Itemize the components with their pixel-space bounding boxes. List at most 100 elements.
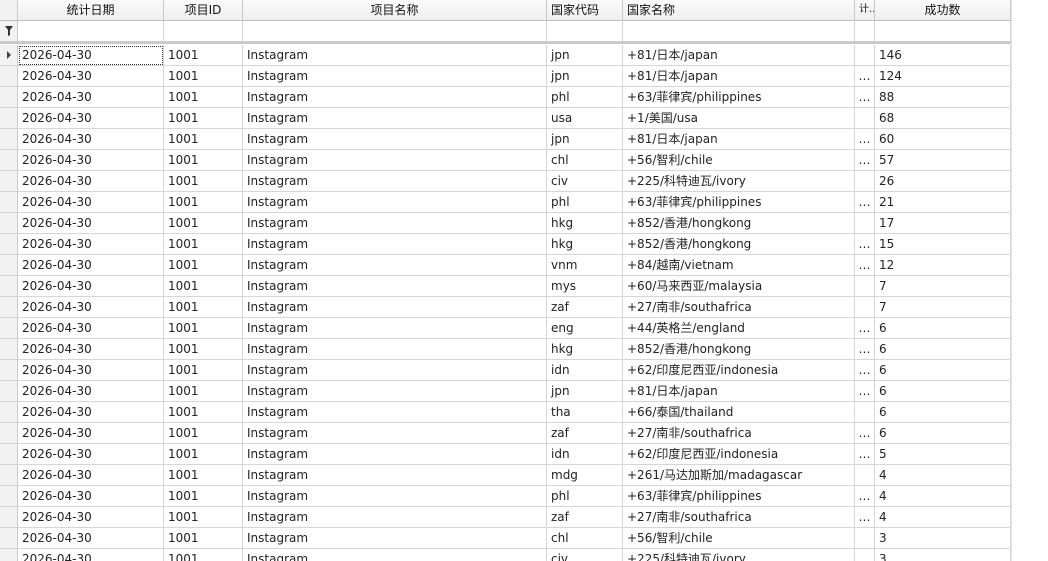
cell-success-count[interactable]: 6	[875, 339, 1011, 360]
row-indicator[interactable]	[0, 528, 18, 549]
row-indicator[interactable]	[0, 339, 18, 360]
cell-truncated[interactable]	[855, 528, 875, 549]
cell-date[interactable]: 2026-04-30	[18, 486, 164, 507]
column-header-date[interactable]: 统计日期	[18, 0, 164, 21]
cell-project-name[interactable]: Instagram	[243, 402, 547, 423]
table-row[interactable]: 2026-04-30 1001 Instagram jpn +81/日本/jap…	[0, 45, 1011, 66]
table-row[interactable]: 2026-04-30 1001 Instagram civ +225/科特迪瓦/…	[0, 549, 1011, 561]
cell-country-name[interactable]: +56/智利/chile	[623, 528, 855, 549]
cell-country-code[interactable]: chl	[547, 528, 623, 549]
cell-project-id[interactable]: 1001	[164, 297, 243, 318]
cell-truncated[interactable]	[855, 276, 875, 297]
cell-project-id[interactable]: 1001	[164, 276, 243, 297]
cell-country-name[interactable]: +1/美国/usa	[623, 108, 855, 129]
cell-country-code[interactable]: civ	[547, 171, 623, 192]
table-row[interactable]: 2026-04-30 1001 Instagram idn +62/印度尼西亚/…	[0, 444, 1011, 465]
cell-truncated[interactable]	[855, 465, 875, 486]
cell-country-code[interactable]: mdg	[547, 465, 623, 486]
cell-success-count[interactable]: 124	[875, 66, 1011, 87]
row-indicator[interactable]	[0, 318, 18, 339]
cell-country-name[interactable]: +56/智利/chile	[623, 150, 855, 171]
cell-project-id[interactable]: 1001	[164, 528, 243, 549]
cell-country-code[interactable]: zaf	[547, 423, 623, 444]
header-corner[interactable]	[0, 0, 18, 21]
table-row[interactable]: 2026-04-30 1001 Instagram zaf +27/南非/sou…	[0, 297, 1011, 318]
cell-project-id[interactable]: 1001	[164, 318, 243, 339]
table-row[interactable]: 2026-04-30 1001 Instagram civ +225/科特迪瓦/…	[0, 171, 1011, 192]
cell-date[interactable]: 2026-04-30	[18, 66, 164, 87]
row-indicator[interactable]	[0, 360, 18, 381]
cell-success-count[interactable]: 12	[875, 255, 1011, 276]
cell-project-id[interactable]: 1001	[164, 360, 243, 381]
cell-country-code[interactable]: phl	[547, 87, 623, 108]
filter-cell-project-id[interactable]	[164, 21, 243, 42]
cell-project-name[interactable]: Instagram	[243, 528, 547, 549]
cell-truncated[interactable]: …	[855, 255, 875, 276]
cell-success-count[interactable]: 60	[875, 129, 1011, 150]
cell-date[interactable]: 2026-04-30	[18, 465, 164, 486]
cell-country-code[interactable]: idn	[547, 360, 623, 381]
row-indicator[interactable]	[0, 192, 18, 213]
cell-project-id[interactable]: 1001	[164, 507, 243, 528]
row-indicator[interactable]	[0, 255, 18, 276]
table-row[interactable]: 2026-04-30 1001 Instagram phl +63/菲律宾/ph…	[0, 87, 1011, 108]
cell-country-code[interactable]: zaf	[547, 297, 623, 318]
cell-country-code[interactable]: eng	[547, 318, 623, 339]
cell-project-name[interactable]: Instagram	[243, 234, 547, 255]
cell-project-name[interactable]: Instagram	[243, 108, 547, 129]
cell-truncated[interactable]: …	[855, 423, 875, 444]
cell-success-count[interactable]: 7	[875, 276, 1011, 297]
cell-country-code[interactable]: zaf	[547, 507, 623, 528]
cell-country-code[interactable]: phl	[547, 192, 623, 213]
cell-truncated[interactable]: …	[855, 507, 875, 528]
cell-country-name[interactable]: +66/泰国/thailand	[623, 402, 855, 423]
column-header-project-id[interactable]: 项目ID	[164, 0, 243, 21]
column-header-truncated[interactable]: 计..	[855, 0, 875, 21]
cell-project-id[interactable]: 1001	[164, 255, 243, 276]
cell-project-name[interactable]: Instagram	[243, 444, 547, 465]
row-indicator[interactable]	[0, 423, 18, 444]
table-row[interactable]: 2026-04-30 1001 Instagram jpn +81/日本/jap…	[0, 381, 1011, 402]
cell-project-id[interactable]: 1001	[164, 339, 243, 360]
cell-country-name[interactable]: +261/马达加斯加/madagascar	[623, 465, 855, 486]
cell-date[interactable]: 2026-04-30	[18, 423, 164, 444]
cell-project-id[interactable]: 1001	[164, 402, 243, 423]
table-row[interactable]: 2026-04-30 1001 Instagram jpn +81/日本/jap…	[0, 66, 1011, 87]
row-indicator[interactable]	[0, 402, 18, 423]
row-indicator[interactable]	[0, 465, 18, 486]
cell-project-name[interactable]: Instagram	[243, 381, 547, 402]
cell-country-name[interactable]: +63/菲律宾/philippines	[623, 192, 855, 213]
cell-truncated[interactable]: …	[855, 381, 875, 402]
row-indicator[interactable]	[0, 171, 18, 192]
cell-truncated[interactable]: …	[855, 360, 875, 381]
cell-success-count[interactable]: 21	[875, 192, 1011, 213]
cell-success-count[interactable]: 4	[875, 486, 1011, 507]
cell-truncated[interactable]	[855, 213, 875, 234]
table-row[interactable]: 2026-04-30 1001 Instagram eng +44/英格兰/en…	[0, 318, 1011, 339]
cell-country-name[interactable]: +27/南非/southafrica	[623, 297, 855, 318]
cell-project-id[interactable]: 1001	[164, 87, 243, 108]
cell-date[interactable]: 2026-04-30	[18, 444, 164, 465]
column-header-success-count[interactable]: 成功数	[875, 0, 1011, 21]
cell-country-name[interactable]: +81/日本/japan	[623, 66, 855, 87]
cell-country-name[interactable]: +63/菲律宾/philippines	[623, 486, 855, 507]
cell-success-count[interactable]: 5	[875, 444, 1011, 465]
cell-country-code[interactable]: idn	[547, 444, 623, 465]
data-grid[interactable]: 统计日期 项目ID 项目名称 国家代码 国家名称 计.. 成功数 2026-04…	[0, 0, 1048, 561]
table-row[interactable]: 2026-04-30 1001 Instagram mys +60/马来西亚/m…	[0, 276, 1011, 297]
cell-project-id[interactable]: 1001	[164, 108, 243, 129]
cell-truncated[interactable]	[855, 297, 875, 318]
table-row[interactable]: 2026-04-30 1001 Instagram hkg +852/香港/ho…	[0, 339, 1011, 360]
cell-country-name[interactable]: +81/日本/japan	[623, 45, 855, 66]
row-indicator[interactable]	[0, 129, 18, 150]
cell-date[interactable]: 2026-04-30	[18, 507, 164, 528]
filter-cell-country-code[interactable]	[547, 21, 623, 42]
filter-cell-truncated[interactable]	[855, 21, 875, 42]
cell-truncated[interactable]	[855, 171, 875, 192]
cell-truncated[interactable]: …	[855, 150, 875, 171]
cell-date[interactable]: 2026-04-30	[18, 108, 164, 129]
cell-project-id[interactable]: 1001	[164, 150, 243, 171]
cell-project-name[interactable]: Instagram	[243, 45, 547, 66]
table-row[interactable]: 2026-04-30 1001 Instagram chl +56/智利/chi…	[0, 150, 1011, 171]
filter-cell-country-name[interactable]	[623, 21, 855, 42]
